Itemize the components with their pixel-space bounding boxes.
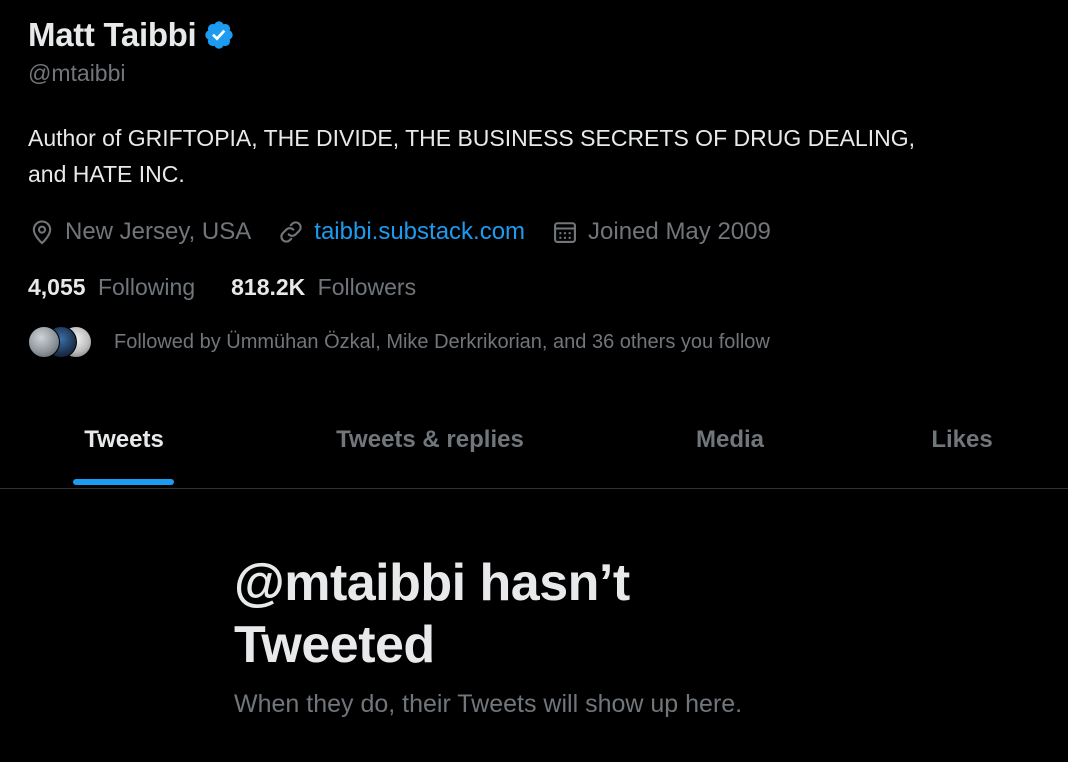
bio-line-2: and HATE INC. — [28, 161, 185, 187]
follow-stats: 4,055 Following 818.2K Followers — [28, 270, 452, 304]
link-icon — [280, 221, 302, 243]
active-tab-indicator — [73, 479, 174, 485]
tab-media[interactable]: Media — [630, 392, 830, 488]
website-item: taibbi.substack.com — [277, 218, 525, 246]
followers-you-know[interactable]: Followed by Ümmühan Özkal, Mike Derkriko… — [28, 324, 770, 360]
mutual-avatars — [28, 325, 94, 359]
empty-state-title: @mtaibbi hasn’t Tweeted — [234, 554, 630, 674]
bio-line-1: Author of GRIFTOPIA, THE DIVIDE, THE BUS… — [28, 125, 915, 151]
tab-tweets-and-replies[interactable]: Tweets & replies — [300, 392, 560, 488]
profile-bio: Author of GRIFTOPIA, THE DIVIDE, THE BUS… — [28, 120, 1038, 192]
profile-tabs: Tweets Tweets & replies Media Likes — [0, 392, 1068, 489]
following-count: 4,055 — [28, 273, 86, 300]
location-text: New Jersey, USA — [65, 218, 252, 245]
user-handle: @mtaibbi — [28, 60, 126, 86]
avatar — [28, 326, 60, 358]
profile-meta: New Jersey, USA taibbi.substack.com Join… — [28, 214, 797, 250]
followed-by-text: Followed by Ümmühan Özkal, Mike Derkriko… — [114, 330, 770, 353]
display-name: Matt Taibbi — [28, 16, 197, 53]
followers-label: Followers — [317, 273, 417, 300]
following-label: Following — [97, 273, 196, 300]
joined-item: Joined May 2009 — [551, 218, 771, 246]
tab-tweets[interactable]: Tweets — [24, 392, 224, 488]
verified-badge-icon[interactable] — [203, 19, 235, 51]
location-item: New Jersey, USA — [28, 218, 251, 246]
calendar-icon — [554, 222, 577, 243]
empty-state-subtitle: When they do, their Tweets will show up … — [234, 690, 743, 718]
following-link[interactable]: 4,055 Following — [28, 274, 195, 301]
joined-text: Joined May 2009 — [588, 218, 771, 245]
tab-likes[interactable]: Likes — [862, 392, 1062, 488]
website-link[interactable]: taibbi.substack.com — [314, 218, 525, 246]
followers-count: 818.2K — [231, 273, 306, 300]
name-row: Matt Taibbi — [28, 14, 235, 56]
followers-link[interactable]: 818.2K Followers — [231, 274, 416, 301]
location-pin-icon — [32, 220, 52, 245]
